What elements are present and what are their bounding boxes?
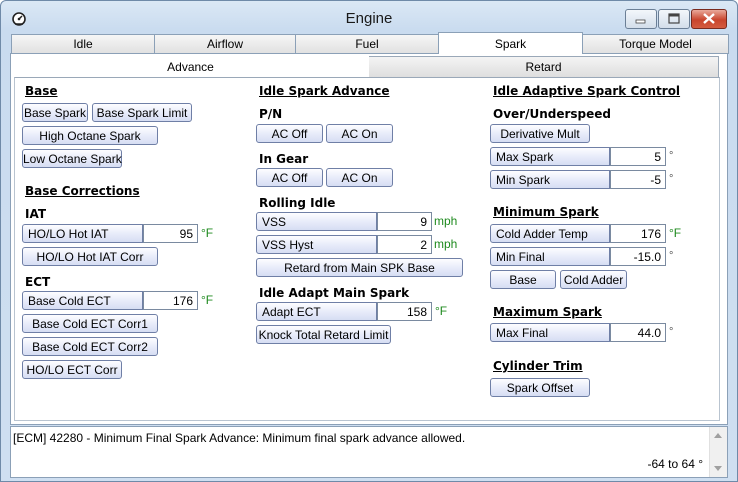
holo-hot-iat-value[interactable]: 95 xyxy=(143,224,198,243)
idle-spark-advance-heading: Idle Spark Advance xyxy=(259,84,390,98)
retard-from-main-spk-base-button[interactable]: Retard from Main SPK Base xyxy=(256,258,463,277)
close-icon xyxy=(703,13,715,24)
min-final-unit: ° xyxy=(669,250,674,262)
base-spark-limit-button[interactable]: Base Spark Limit xyxy=(92,103,192,122)
base-cold-ect-unit: °F xyxy=(201,293,214,307)
description-scrollbar[interactable] xyxy=(709,427,727,477)
min-spark-value[interactable]: -5 xyxy=(610,170,666,189)
base-cold-ect-value[interactable]: 176 xyxy=(143,291,198,310)
adapt-ect-value[interactable]: 158 xyxy=(377,302,432,321)
idle-adaptive-spark-control-heading: Idle Adaptive Spark Control xyxy=(493,84,681,98)
holo-hot-iat-label[interactable]: HO/LO Hot IAT xyxy=(22,224,143,243)
scroll-up-arrow-icon[interactable] xyxy=(714,433,722,438)
holo-ect-corr-button[interactable]: HO/LO ECT Corr xyxy=(22,360,122,379)
tab-torque-model[interactable]: Torque Model xyxy=(582,34,729,54)
minimum-spark-heading: Minimum Spark xyxy=(493,205,599,219)
close-button[interactable] xyxy=(691,9,727,29)
holo-hot-iat-unit: °F xyxy=(201,226,214,240)
vss-hyst-label[interactable]: VSS Hyst xyxy=(256,235,377,254)
adapt-ect-unit: °F xyxy=(435,304,448,318)
min-final-label[interactable]: Min Final xyxy=(490,247,610,266)
high-octane-spark-button[interactable]: High Octane Spark xyxy=(22,126,158,145)
minimize-button[interactable] xyxy=(625,9,657,29)
min-spark-unit: ° xyxy=(669,173,674,185)
idle-adapt-main-spark-heading: Idle Adapt Main Spark xyxy=(259,286,410,300)
rolling-idle-heading: Rolling Idle xyxy=(259,196,336,210)
ect-heading: ECT xyxy=(25,275,51,289)
spark-offset-button[interactable]: Spark Offset xyxy=(490,378,590,397)
max-spark-label[interactable]: Max Spark xyxy=(490,147,610,166)
tab-spark[interactable]: Spark xyxy=(438,32,583,54)
maximize-button[interactable] xyxy=(658,9,690,29)
low-octane-spark-button[interactable]: Low Octane Spark xyxy=(22,149,122,168)
tab-retard[interactable]: Retard xyxy=(368,56,719,77)
pn-ac-on-button[interactable]: AC On xyxy=(326,124,393,143)
max-final-label[interactable]: Max Final xyxy=(490,323,610,342)
max-final-unit: ° xyxy=(669,326,674,338)
base-corrections-heading: Base Corrections xyxy=(25,184,140,198)
min-final-value[interactable]: -15.0 xyxy=(610,247,666,266)
title-bar: Engine xyxy=(1,1,737,33)
base-heading: Base xyxy=(25,84,58,98)
max-spark-unit: ° xyxy=(669,150,674,162)
max-final-value[interactable]: 44.0 xyxy=(610,323,666,342)
tab-airflow[interactable]: Airflow xyxy=(154,34,296,54)
in-gear-ac-off-button[interactable]: AC Off xyxy=(256,168,323,187)
description-box[interactable]: [ECM] 42280 - Minimum Final Spark Advanc… xyxy=(10,426,728,478)
tab-fuel[interactable]: Fuel xyxy=(295,34,439,54)
iat-heading: IAT xyxy=(25,207,47,221)
vss-label[interactable]: VSS xyxy=(256,212,377,231)
max-spark-value[interactable]: 5 xyxy=(610,147,666,166)
base-cold-ect-corr2-button[interactable]: Base Cold ECT Corr2 xyxy=(22,337,158,356)
vss-hyst-value[interactable]: 2 xyxy=(377,235,432,254)
main-tabs: Idle Airflow Fuel Spark Torque Model xyxy=(11,32,729,54)
knock-total-retard-limit-button[interactable]: Knock Total Retard Limit xyxy=(256,325,391,344)
base-spark-button[interactable]: Base Spark xyxy=(22,103,88,122)
scroll-down-arrow-icon[interactable] xyxy=(714,466,722,471)
cylinder-trim-heading: Cylinder Trim xyxy=(493,359,583,373)
min-spark-label[interactable]: Min Spark xyxy=(490,170,610,189)
maximum-spark-heading: Maximum Spark xyxy=(493,305,602,319)
base-cold-ect-corr1-button[interactable]: Base Cold ECT Corr1 xyxy=(22,314,158,333)
adapt-ect-label[interactable]: Adapt ECT xyxy=(256,302,377,321)
maximize-icon xyxy=(668,13,680,24)
min-final-base-button[interactable]: Base xyxy=(490,270,556,289)
base-cold-ect-label[interactable]: Base Cold ECT xyxy=(22,291,143,310)
vss-unit: mph xyxy=(434,214,458,228)
cold-adder-temp-label[interactable]: Cold Adder Temp xyxy=(490,224,610,243)
spark-subtabs: Advance Retard xyxy=(12,56,719,78)
over-underspeed-heading: Over/Underspeed xyxy=(493,107,611,121)
cold-adder-button[interactable]: Cold Adder xyxy=(560,270,627,289)
minimize-icon xyxy=(635,19,646,24)
vss-hyst-unit: mph xyxy=(434,237,458,251)
pn-heading: P/N xyxy=(259,107,283,121)
derivative-mult-button[interactable]: Derivative Mult xyxy=(490,124,590,143)
range-text: -64 to 64 ° xyxy=(647,457,704,471)
tab-idle[interactable]: Idle xyxy=(11,34,155,54)
cold-adder-temp-value[interactable]: 176 xyxy=(610,224,666,243)
vss-value[interactable]: 9 xyxy=(377,212,432,231)
cold-adder-temp-unit: °F xyxy=(669,226,682,240)
in-gear-heading: In Gear xyxy=(259,152,309,166)
holo-hot-iat-corr-button[interactable]: HO/LO Hot IAT Corr xyxy=(22,247,158,266)
in-gear-ac-on-button[interactable]: AC On xyxy=(326,168,393,187)
tab-advance[interactable]: Advance xyxy=(12,56,369,77)
pn-ac-off-button[interactable]: AC Off xyxy=(256,124,323,143)
description-text: [ECM] 42280 - Minimum Final Spark Advanc… xyxy=(13,431,466,445)
